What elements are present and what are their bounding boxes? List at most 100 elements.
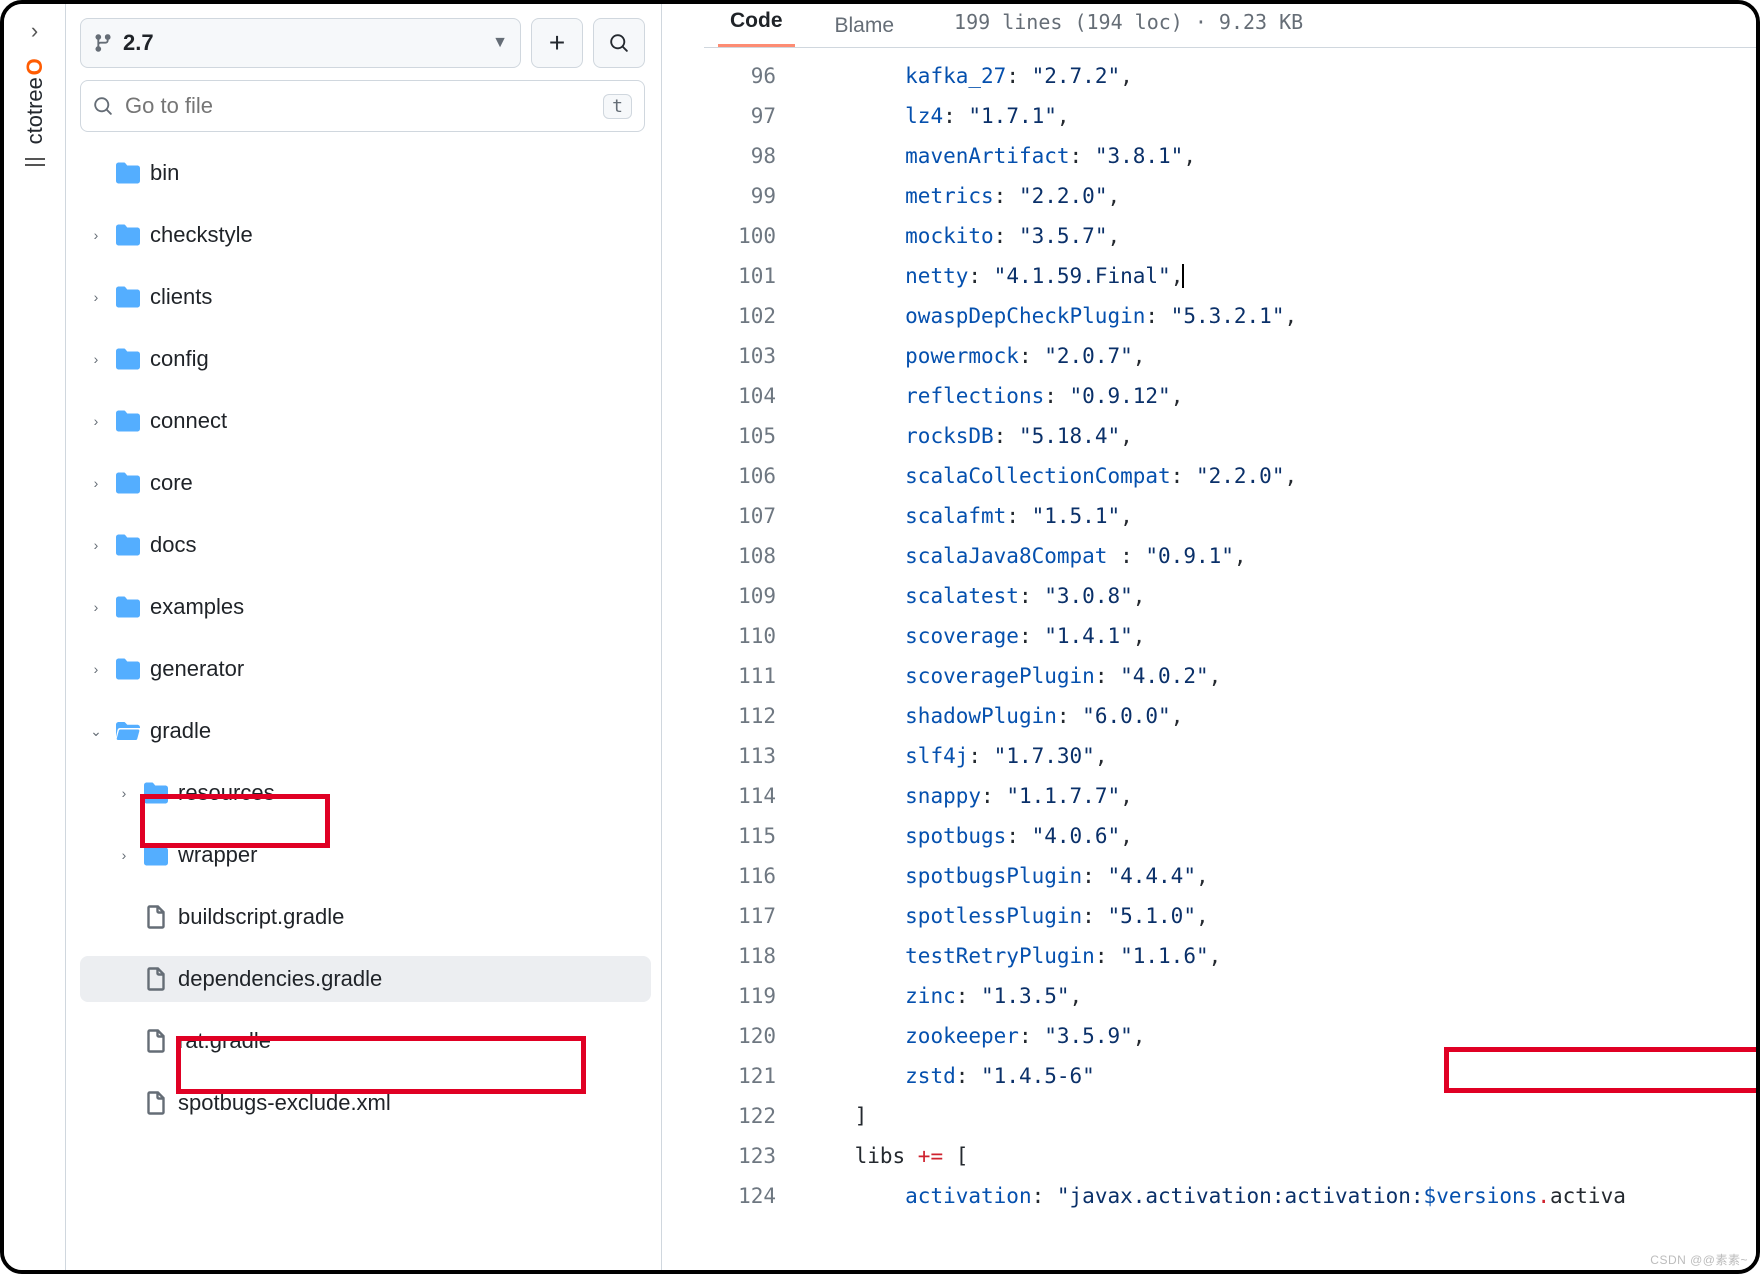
- tree-file[interactable]: dependencies.gradle: [80, 956, 651, 1002]
- code-line: 98 mavenArtifact: "3.8.1",: [704, 136, 1756, 176]
- line-code: zookeeper: "3.5.9",: [804, 1016, 1756, 1056]
- tree-folder[interactable]: › docs: [80, 522, 651, 568]
- tree-folder[interactable]: ›examples: [80, 584, 651, 630]
- tree-folder[interactable]: ›resources: [80, 770, 651, 816]
- tree-folder[interactable]: ›checkstyle: [80, 212, 651, 258]
- tree-item-label: wrapper: [178, 842, 257, 868]
- tree-item-label: rat.gradle: [178, 1028, 271, 1054]
- tree-file[interactable]: rat.gradle: [80, 1018, 651, 1064]
- tree-item-label: checkstyle: [150, 222, 253, 248]
- tree-folder[interactable]: ›wrapper: [80, 832, 651, 878]
- chevron-right-icon: ›: [86, 475, 106, 491]
- add-button[interactable]: +: [531, 18, 583, 68]
- folder-icon: [116, 347, 140, 371]
- code-line: 111 scoveragePlugin: "4.0.2",: [704, 656, 1756, 696]
- octotree-label: ctotreeO: [22, 58, 48, 144]
- line-number: 109: [704, 576, 804, 616]
- line-number: 100: [704, 216, 804, 256]
- code-line: 121 zstd: "1.4.5-6": [704, 1056, 1756, 1096]
- file-info: 199 lines (194 loc) · 9.23 KB: [954, 10, 1303, 34]
- code-line: 113 slf4j: "1.7.30",: [704, 736, 1756, 776]
- folder-icon: [116, 471, 140, 495]
- tree-item-label: generator: [150, 656, 244, 682]
- line-number: 108: [704, 536, 804, 576]
- tree-file[interactable]: spotbugs-exclude.xml: [80, 1080, 651, 1126]
- line-number: 122: [704, 1096, 804, 1136]
- folder-icon: [144, 781, 168, 805]
- line-code: scoveragePlugin: "4.0.2",: [804, 656, 1756, 696]
- tree-file[interactable]: buildscript.gradle: [80, 894, 651, 940]
- tree-folder[interactable]: › generator: [80, 646, 651, 692]
- code-line: 124 activation: "javax.activation:activa…: [704, 1176, 1756, 1216]
- octotree-label-o: O: [22, 58, 48, 75]
- code-line: 109 scalatest: "3.0.8",: [704, 576, 1756, 616]
- tree-item-label: dependencies.gradle: [178, 966, 382, 992]
- tree-folder[interactable]: ›config: [80, 336, 651, 382]
- folder-icon: [116, 285, 140, 309]
- folder-icon: [116, 409, 140, 433]
- line-number: 96: [704, 56, 804, 96]
- tree-folder[interactable]: ›clients: [80, 274, 651, 320]
- line-number: 101: [704, 256, 804, 296]
- branch-selector[interactable]: 2.7 ▼: [80, 18, 521, 68]
- tree-folder[interactable]: ›connect: [80, 398, 651, 444]
- code-line: 97 lz4: "1.7.1",: [704, 96, 1756, 136]
- tree-folder[interactable]: bin: [80, 150, 651, 196]
- code-line: 108 scalaJava8Compat : "0.9.1",: [704, 536, 1756, 576]
- chevron-right-icon: ›: [86, 537, 106, 553]
- tree-folder[interactable]: ›core: [80, 460, 651, 506]
- line-code: metrics: "2.2.0",: [804, 176, 1756, 216]
- line-code: spotbugsPlugin: "4.4.4",: [804, 856, 1756, 896]
- file-icon: [144, 967, 168, 991]
- tab-code[interactable]: Code: [718, 1, 795, 47]
- code-line: 102 owaspDepCheckPlugin: "5.3.2.1",: [704, 296, 1756, 336]
- tab-blame[interactable]: Blame: [823, 6, 907, 46]
- line-number: 123: [704, 1136, 804, 1176]
- code-line: 110 scoverage: "1.4.1",: [704, 616, 1756, 656]
- code-line: 123 libs += [: [704, 1136, 1756, 1176]
- tree-item-label: clients: [150, 284, 212, 310]
- folder-icon: [116, 657, 140, 681]
- line-number: 119: [704, 976, 804, 1016]
- tree-item-label: docs: [150, 532, 196, 558]
- file-tree[interactable]: bin›checkstyle›clients›config›connect›co…: [74, 150, 651, 1260]
- line-code: ]: [804, 1096, 1756, 1136]
- code-line: 105 rocksDB: "5.18.4",: [704, 416, 1756, 456]
- tree-folder[interactable]: ⌄gradle: [80, 708, 651, 754]
- line-number: 120: [704, 1016, 804, 1056]
- folder-icon: [116, 223, 140, 247]
- octotree-tab[interactable]: › ctotreeO: [4, 4, 66, 1270]
- line-code: owaspDepCheckPlugin: "5.3.2.1",: [804, 296, 1756, 336]
- line-code: netty: "4.1.59.Final",: [804, 256, 1756, 296]
- tree-item-label: connect: [150, 408, 227, 434]
- line-code: shadowPlugin: "6.0.0",: [804, 696, 1756, 736]
- code-line: 107 scalafmt: "1.5.1",: [704, 496, 1756, 536]
- folder-open-icon: [116, 719, 140, 743]
- line-number: 111: [704, 656, 804, 696]
- code-content[interactable]: 96 kafka_27: "2.7.2",97 lz4: "1.7.1",98 …: [704, 48, 1756, 1270]
- watermark: CSDN @@素素~: [1650, 1251, 1748, 1268]
- go-to-file[interactable]: t: [80, 80, 645, 132]
- line-number: 116: [704, 856, 804, 896]
- go-to-file-input[interactable]: [125, 93, 591, 119]
- line-number: 114: [704, 776, 804, 816]
- line-code: spotbugs: "4.0.6",: [804, 816, 1756, 856]
- line-number: 112: [704, 696, 804, 736]
- tree-item-label: examples: [150, 594, 244, 620]
- chevron-right-icon: ›: [86, 661, 106, 677]
- code-line: 103 powermock: "2.0.7",: [704, 336, 1756, 376]
- code-line: 117 spotlessPlugin: "5.1.0",: [704, 896, 1756, 936]
- tree-item-label: spotbugs-exclude.xml: [178, 1090, 391, 1116]
- line-number: 104: [704, 376, 804, 416]
- line-number: 113: [704, 736, 804, 776]
- line-code: powermock: "2.0.7",: [804, 336, 1756, 376]
- line-number: 115: [704, 816, 804, 856]
- code-line: 106 scalaCollectionCompat: "2.2.0",: [704, 456, 1756, 496]
- search-button[interactable]: [593, 18, 645, 68]
- folder-icon: [116, 595, 140, 619]
- code-line: 114 snappy: "1.1.7.7",: [704, 776, 1756, 816]
- folder-icon: [116, 161, 140, 185]
- search-icon: [609, 33, 629, 53]
- line-number: 118: [704, 936, 804, 976]
- line-code: zinc: "1.3.5",: [804, 976, 1756, 1016]
